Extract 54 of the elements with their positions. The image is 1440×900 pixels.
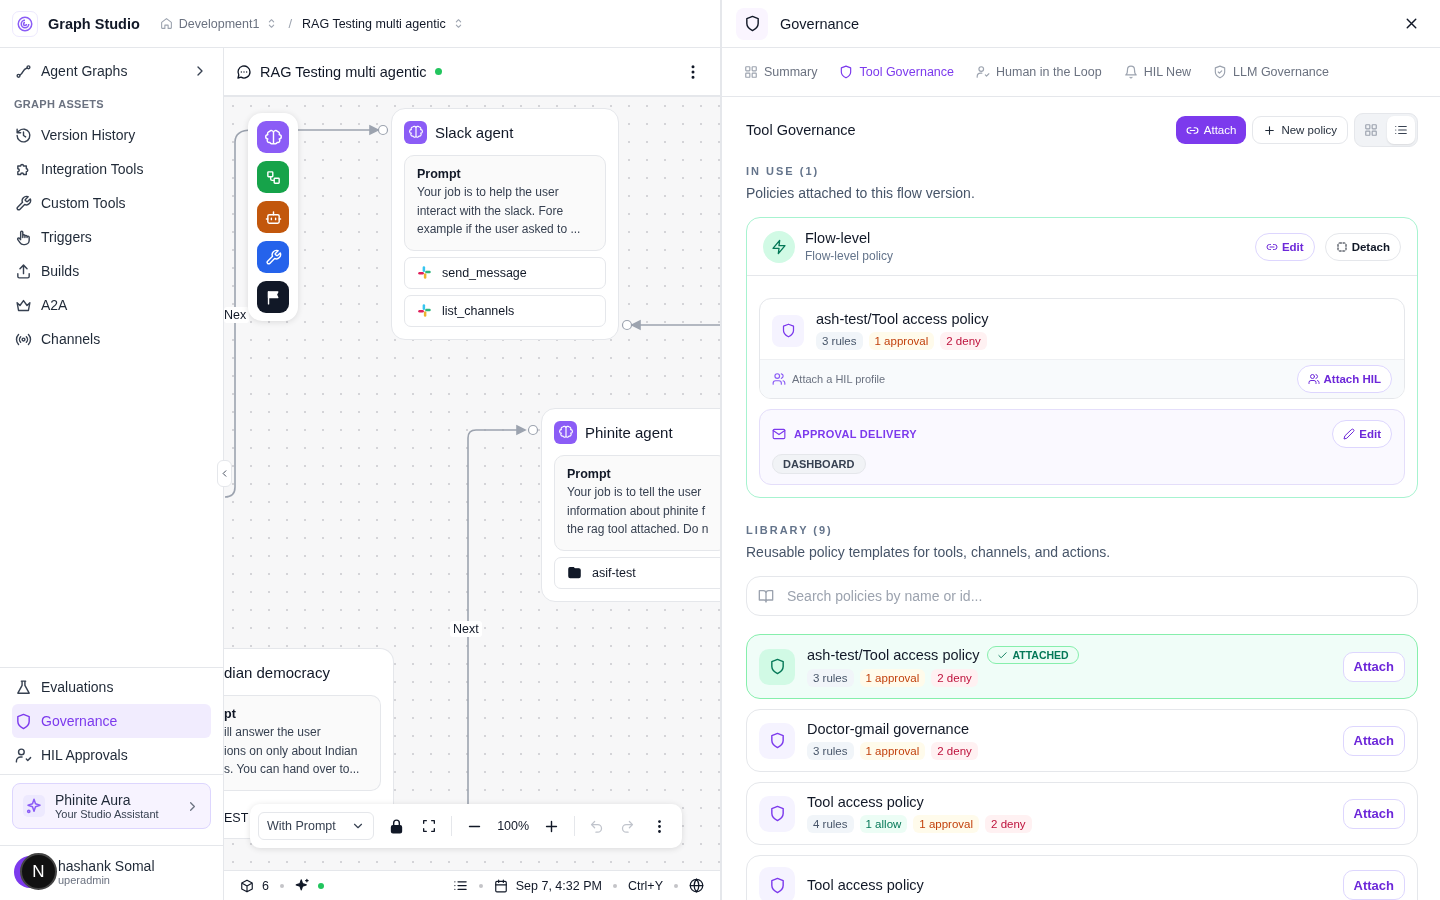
- hil-prompt: Attach a HIL profile: [792, 373, 886, 385]
- user-name: hashank Somal: [58, 858, 155, 874]
- attached-badge: ATTACHED: [987, 646, 1079, 664]
- prompt-text: ill answer the user ions on only about Indian s. You can hand over to...: [224, 724, 360, 778]
- prompt-text: Your job is to help the user interact with the slack. Fore example if the user asked to ...: [417, 184, 581, 238]
- count-tag: 3 rules: [807, 669, 854, 687]
- count-tag: 3 rules: [807, 742, 854, 760]
- policy-name: Tool access policy: [807, 794, 924, 810]
- assistant-subtitle: Your Studio Assistant: [55, 808, 160, 820]
- node-title: Slack agent: [435, 123, 514, 141]
- count-tag: 2 deny: [931, 742, 978, 760]
- app-name: Graph Studio: [48, 15, 140, 32]
- policy-name: ash-test/Tool access policy: [807, 647, 980, 663]
- count-tag: 3 rules: [816, 332, 863, 350]
- section-heading: IN USE (1): [746, 165, 821, 177]
- assistant-title: Phinite Aura: [55, 792, 132, 808]
- count-tag: 1 approval: [859, 669, 926, 687]
- delivery-heading: APPROVAL DELIVERY: [794, 428, 917, 440]
- flow-title: RAG Testing multi agentic: [260, 63, 427, 80]
- section-description: Reusable policy templates for tools, channels, and actions.: [746, 544, 1112, 560]
- zoom-level: 100%: [497, 819, 530, 833]
- count-tag: 2 deny: [931, 669, 978, 687]
- section-heading: LIBRARY (9): [746, 524, 834, 536]
- channel-chip: DASHBOARD: [772, 454, 866, 474]
- node-footer-text: EST: [224, 810, 249, 825]
- scope-subtitle: Flow-level policy: [805, 249, 894, 263]
- shortcut-hint: Ctrl+Y: [627, 878, 663, 893]
- node-count: 6: [262, 878, 269, 893]
- count-tag: 2 deny: [940, 332, 987, 350]
- prompt-text: Your job is to tell the user information about phinite f the rag tool attached. Do n: [567, 484, 709, 538]
- count-tag: 1 approval: [913, 815, 980, 833]
- prompt-label: Prompt: [417, 167, 461, 181]
- count-tag: 2 deny: [985, 815, 1032, 833]
- prompt-label: pt: [224, 707, 236, 721]
- user-role: uperadmin: [58, 874, 111, 886]
- timestamp: Sep 7, 4:32 PM: [515, 878, 602, 893]
- section-description: Policies attached to this flow version.: [746, 185, 976, 201]
- node-title: dian democracy: [224, 663, 330, 681]
- count-tag: 1 approval: [868, 332, 935, 350]
- count-tag: 1 approval: [859, 742, 926, 760]
- panel-title: Governance: [780, 15, 859, 32]
- section-label: GRAPH ASSETS: [13, 97, 105, 112]
- edge-label: Nex: [224, 307, 250, 323]
- count-tag: 1 allow: [859, 815, 908, 833]
- scope-title: Flow-level: [805, 230, 872, 246]
- edge-label: Next: [450, 621, 482, 637]
- node-title: Phinite agent: [585, 423, 673, 441]
- prompt-label: Prompt: [567, 467, 611, 481]
- section-title: Tool Governance: [746, 122, 856, 138]
- policy-name: ash-test/Tool access policy: [816, 311, 989, 327]
- breadcrumb-separator: /: [288, 16, 293, 31]
- policy-name: Tool access policy: [807, 877, 924, 893]
- policy-name: Doctor-gmail governance: [807, 721, 969, 737]
- count-tag: 4 rules: [807, 815, 854, 833]
